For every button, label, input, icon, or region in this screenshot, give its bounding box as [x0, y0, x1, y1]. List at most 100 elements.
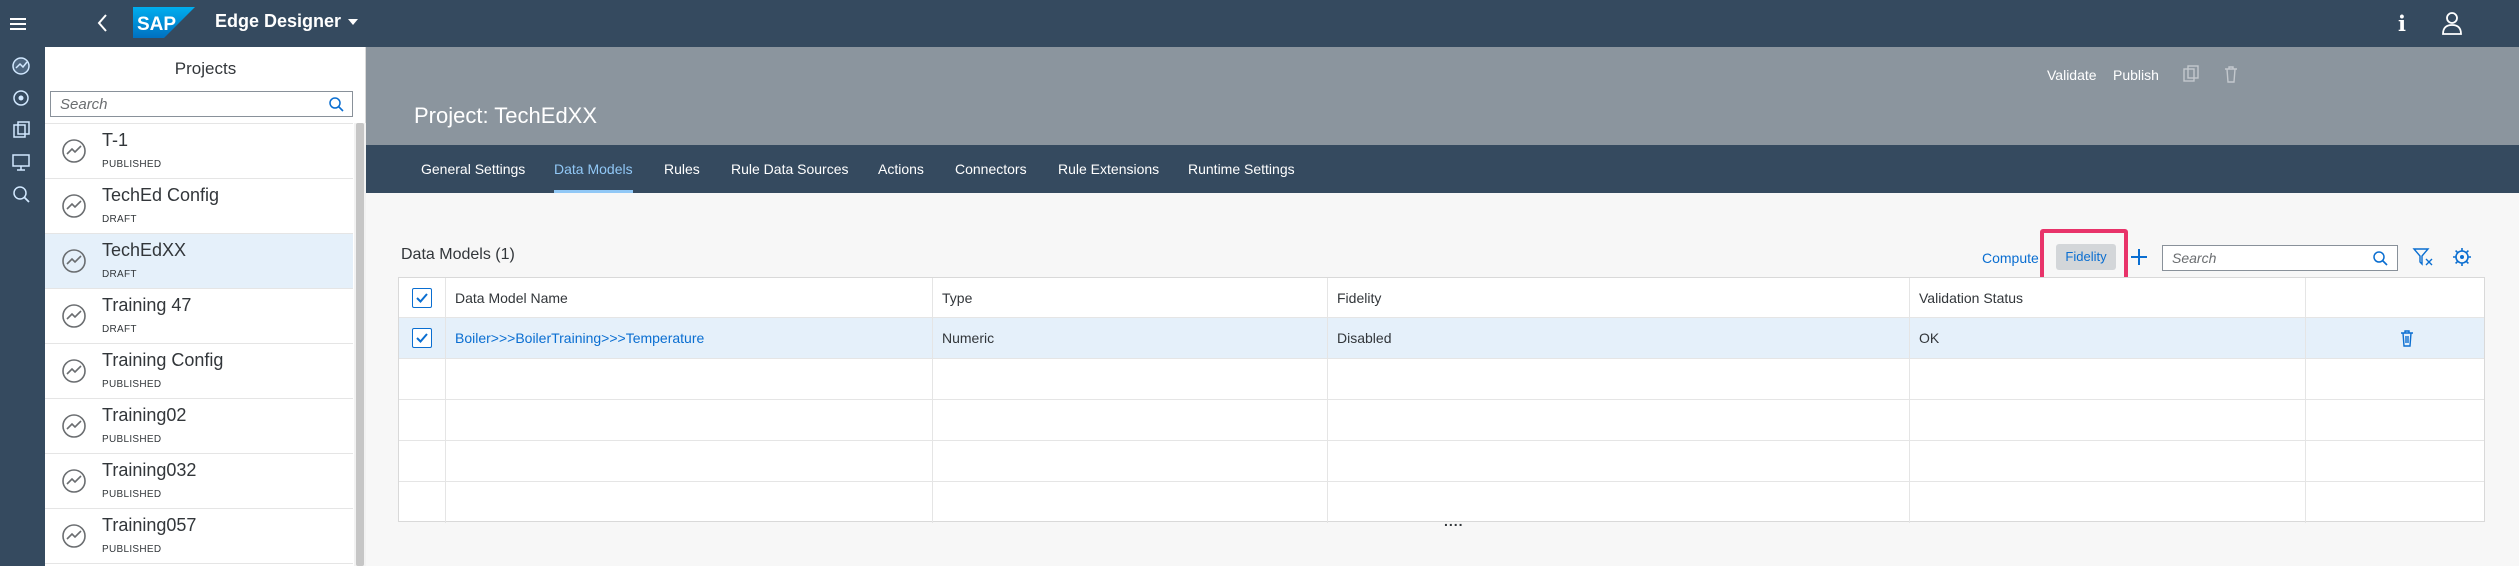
project-list-item[interactable]: T-1 PUBLISHED	[45, 124, 353, 179]
column-header: Validation Status	[1919, 289, 2024, 306]
projects-search-input[interactable]	[51, 92, 321, 116]
table-cell	[399, 482, 446, 523]
project-list-item[interactable]: Training02 PUBLISHED	[45, 399, 353, 454]
project-icon	[62, 139, 86, 163]
data-model-name-link[interactable]: Boiler>>>BoilerTraining>>>Temperature	[455, 330, 704, 346]
table-cell: OK	[1910, 318, 2306, 358]
project-status: PUBLISHED	[102, 159, 162, 170]
object-header: Project: TechEdXX Validate Publish	[366, 47, 2519, 145]
tab-actions[interactable]: Actions	[878, 145, 924, 193]
project-status: DRAFT	[102, 269, 137, 280]
project-status: PUBLISHED	[102, 544, 162, 555]
project-list-item[interactable]: Training 47 DRAFT	[45, 289, 353, 344]
navigation-rail	[0, 47, 45, 566]
empty-table-row	[399, 482, 2484, 523]
project-name: Training02	[102, 405, 187, 425]
table-cell: Boiler>>>BoilerTraining>>>Temperature	[446, 318, 933, 358]
compute-button[interactable]: Compute	[1982, 250, 2039, 266]
sap-logo: SAP	[133, 7, 195, 38]
projects-scrollbar[interactable]	[354, 123, 366, 566]
scrollbar-thumb[interactable]	[356, 123, 364, 566]
empty-table-row	[399, 400, 2484, 441]
project-list-item[interactable]: Training Config PUBLISHED	[45, 344, 353, 399]
project-status: DRAFT	[102, 324, 137, 335]
project-name: TechEdXX	[102, 240, 187, 260]
table-cell	[1328, 400, 1910, 440]
project-name: T-1	[102, 130, 129, 150]
data-models-search-input[interactable]	[2163, 246, 2363, 270]
table-cell	[1328, 359, 1910, 399]
empty-table-row	[399, 359, 2484, 400]
search-settings-nav-icon[interactable]	[10, 183, 32, 205]
project-name: Training032	[102, 460, 197, 480]
project-list-item[interactable]: TechEdXX DRAFT	[45, 234, 353, 289]
projects-search	[50, 91, 353, 117]
table-cell	[1910, 441, 2306, 481]
table-cell	[2306, 359, 2484, 399]
info-icon[interactable]: i	[2398, 11, 2406, 36]
search-icon[interactable]	[328, 96, 345, 113]
user-icon[interactable]	[2440, 10, 2464, 36]
project-name: Training 47	[102, 295, 192, 315]
settings-nav-icon[interactable]	[10, 87, 32, 109]
validate-button[interactable]: Validate	[2047, 67, 2097, 83]
table-cell	[1910, 482, 2306, 523]
table-row[interactable]: Boiler>>>BoilerTraining>>>Temperature Num…	[399, 318, 2484, 359]
tab-general-settings[interactable]: General Settings	[421, 145, 525, 193]
data-models-search	[2162, 245, 2398, 271]
data-models-nav-icon[interactable]	[10, 55, 32, 77]
main-content: Project: TechEdXX Validate Publish Gener…	[366, 47, 2519, 566]
app-title-menu[interactable]: Edge Designer	[215, 11, 359, 32]
monitor-nav-icon[interactable]	[10, 151, 32, 173]
project-icon	[62, 524, 86, 548]
table-cell	[446, 400, 933, 440]
data-models-table: Data Model Name Type Fidelity Validation St…	[398, 277, 2485, 523]
project-list-item[interactable]: TechEd Config DRAFT	[45, 179, 353, 234]
data-model-fidelity: Disabled	[1337, 330, 1392, 346]
project-list-item[interactable]: Training032 PUBLISHED	[45, 454, 353, 509]
clear-filter-icon[interactable]	[2412, 246, 2434, 268]
project-list-item[interactable]: Training057 PUBLISHED	[45, 509, 353, 564]
tab-rule-data-sources[interactable]: Rule Data Sources	[731, 145, 849, 193]
back-icon[interactable]	[94, 10, 112, 36]
project-icon	[62, 194, 86, 218]
projects-panel: Projects T-1PUBLISHEDTechEd ConfigDRAFTT…	[45, 47, 366, 566]
data-models-title: Data Models (1)	[401, 246, 515, 263]
table-cell: Data Model Name	[446, 278, 933, 317]
tab-runtime-settings[interactable]: Runtime Settings	[1188, 145, 1295, 193]
tab-data-models[interactable]: Data Models	[554, 145, 633, 193]
search-icon[interactable]	[2372, 250, 2389, 267]
copy-icon[interactable]	[2182, 64, 2200, 84]
project-name: Training057	[102, 515, 197, 535]
page-title: Project: TechEdXX	[414, 103, 598, 128]
project-icon	[62, 414, 86, 438]
sap-logo-text: SAP	[137, 14, 176, 35]
copy-nav-icon[interactable]	[10, 119, 32, 141]
row-checkbox[interactable]	[412, 328, 432, 348]
delete-icon[interactable]	[2222, 64, 2240, 84]
tab-rules[interactable]: Rules	[664, 145, 700, 193]
table-cell: Numeric	[933, 318, 1328, 358]
project-icon	[62, 249, 86, 273]
more-indicator[interactable]: ....	[1444, 513, 1464, 529]
table-cell: Disabled	[1328, 318, 1910, 358]
tab-rule-extensions[interactable]: Rule Extensions	[1058, 145, 1159, 193]
table-header-row: Data Model Name Type Fidelity Validation St…	[399, 278, 2484, 318]
table-cell	[399, 318, 446, 358]
select-all-checkbox[interactable]	[412, 287, 432, 308]
data-model-validation-status: OK	[1919, 330, 1940, 346]
empty-table-row	[399, 441, 2484, 482]
table-cell	[2306, 278, 2484, 317]
table-cell	[933, 359, 1328, 399]
publish-button[interactable]: Publish	[2113, 67, 2159, 83]
project-icon	[62, 304, 86, 328]
table-cell	[446, 441, 933, 481]
tab-bar: General Settings Data Models Rules Rule Dat…	[366, 145, 2519, 193]
app-title: Edge Designer	[215, 11, 342, 31]
settings-gear-icon[interactable]	[2451, 246, 2473, 268]
tab-connectors[interactable]: Connectors	[955, 145, 1027, 193]
delete-row-icon[interactable]	[2398, 328, 2416, 348]
add-icon[interactable]	[2128, 246, 2150, 268]
projects-title: Projects	[174, 59, 237, 78]
hamburger-menu-icon[interactable]	[8, 14, 30, 34]
